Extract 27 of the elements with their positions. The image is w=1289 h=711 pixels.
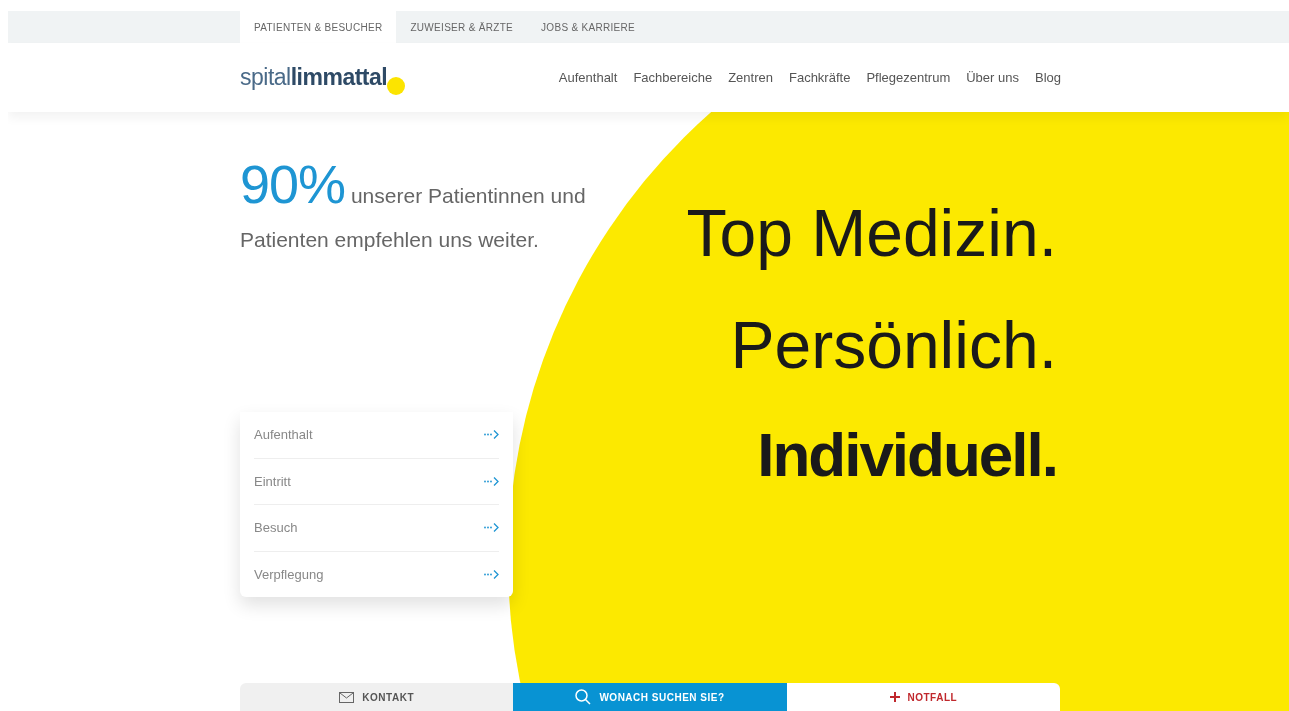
quick-link[interactable]: Besuch — [254, 505, 499, 552]
headline-text: Persönlich. — [730, 312, 1057, 378]
dotted-arrow-icon — [484, 430, 499, 440]
quick-link[interactable]: Eintritt — [254, 458, 499, 505]
audience-tab[interactable]: ZUWEISER & ÄRZTE — [396, 11, 528, 43]
plus-icon — [889, 692, 900, 702]
quick-link[interactable]: Verpflegung — [254, 551, 499, 597]
nav-link[interactable]: Fachbereiche — [633, 70, 713, 85]
mail-icon — [339, 691, 355, 703]
nav-link[interactable]: Blog — [1034, 70, 1061, 85]
emergency-button[interactable]: NOTFALL — [786, 683, 1060, 711]
search-icon — [575, 689, 592, 705]
statistic-text: 90%unserer Patientinnen und Patienten empfehlen uns weiter. — [240, 162, 587, 253]
search-button[interactable]: WONACH SUCHEN SIE? — [513, 683, 787, 711]
audience-tab[interactable]: PATIENTEN & BESUCHER — [240, 11, 397, 43]
dotted-arrow-icon — [484, 476, 499, 486]
dotted-arrow-icon — [484, 523, 499, 533]
audience-tab[interactable]: JOBS & KARRIERE — [527, 11, 649, 43]
nav-link[interactable]: Aufenthalt — [558, 70, 618, 85]
nav-link[interactable]: Zentren — [728, 70, 773, 85]
nav-link[interactable]: Pflegezentrum — [866, 70, 951, 85]
headline-text: Individuell. — [757, 424, 1057, 486]
contact-button[interactable]: KONTAKT — [240, 683, 514, 711]
nav-link[interactable]: Über uns — [966, 70, 1019, 85]
nav-link[interactable]: Fachkräfte — [788, 70, 851, 85]
dotted-arrow-icon — [484, 569, 499, 579]
quick-link[interactable]: Aufenthalt — [254, 412, 499, 459]
